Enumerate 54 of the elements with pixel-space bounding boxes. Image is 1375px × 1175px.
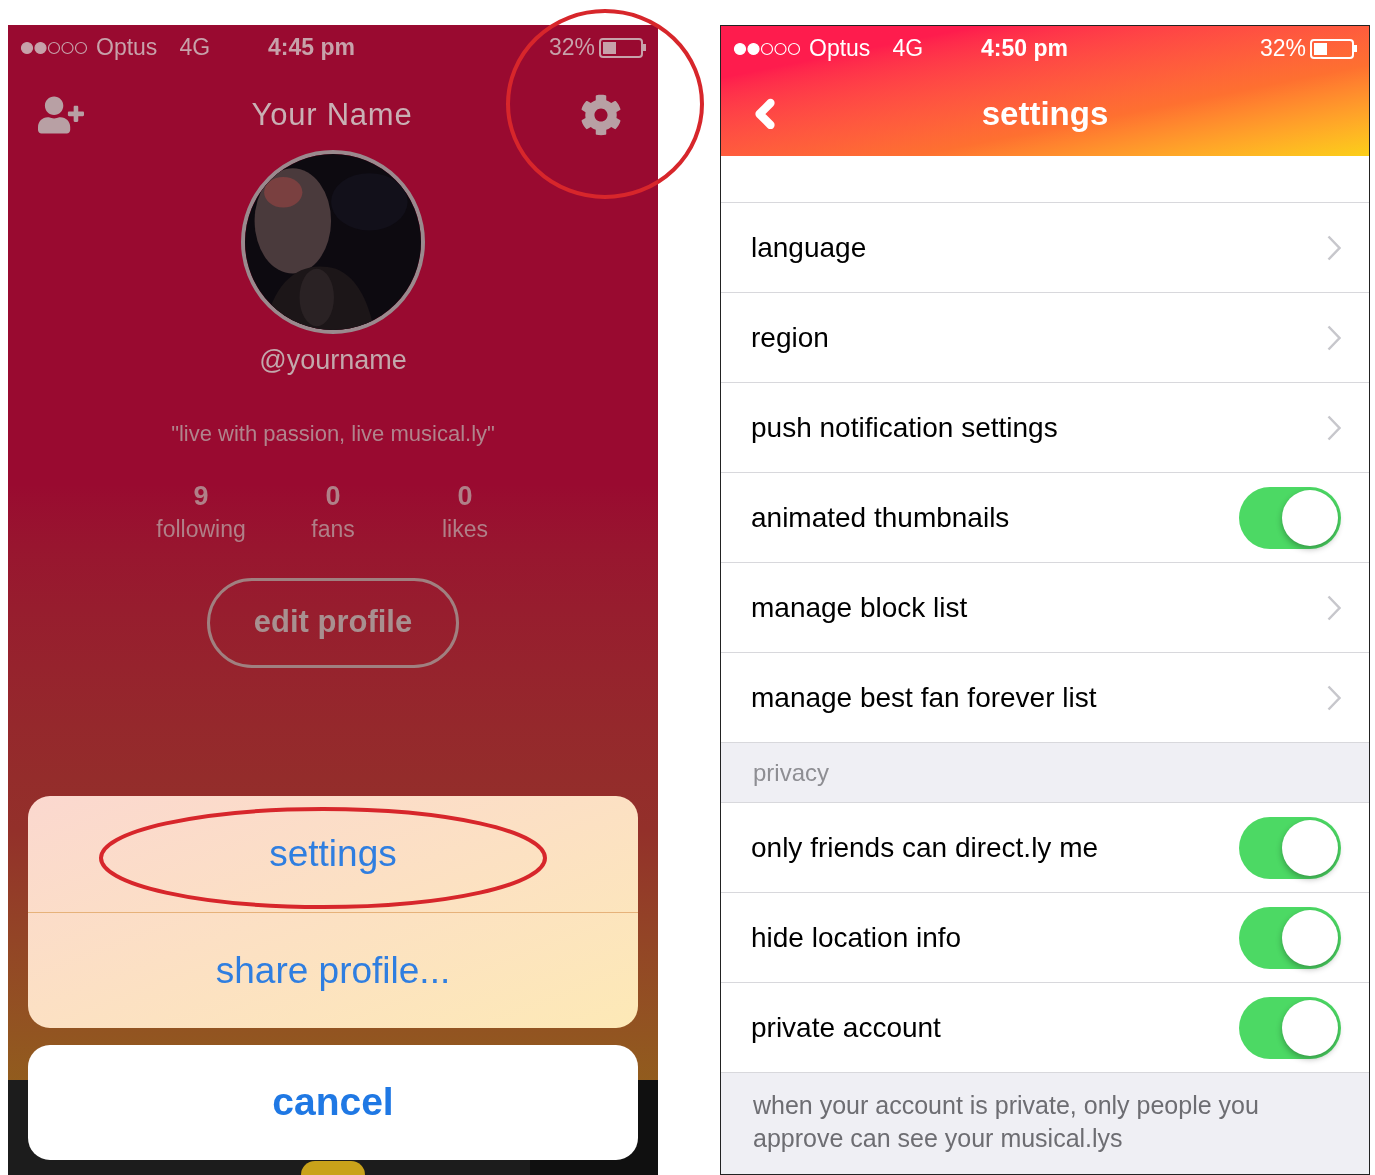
battery-percent: 32% [548,33,595,63]
settings-row[interactable]: manage block list [721,563,1369,653]
profile-title: Your Name [250,95,414,134]
stat-value: 9 [193,479,209,512]
settings-icon[interactable] [580,94,622,136]
add-friend-icon[interactable] [38,95,84,135]
settings-row[interactable]: push notification settings [721,383,1369,473]
network-type: 4G [892,34,924,64]
record-button[interactable] [301,1161,365,1175]
network-type: 4G [179,33,211,63]
battery-icon [1310,38,1357,59]
row-label: animated thumbnails [751,500,1011,535]
chevron-right-icon [1327,324,1341,351]
settings-row[interactable]: animated thumbnails [721,473,1369,563]
row-label: region [751,320,830,355]
settings-row[interactable]: manage best fan forever list [721,653,1369,743]
section-footer: when your account is private, only people you approve can see your musical.lys [721,1073,1369,1155]
chevron-right-icon [1327,594,1341,621]
signal-icon [20,40,88,55]
row-label: only friends can direct.ly me [751,830,1100,865]
settings-row[interactable]: hide location info [721,893,1369,983]
chevron-right-icon [1327,414,1341,441]
settings-row[interactable]: private account [721,983,1369,1073]
carrier-name: Optus [96,33,158,63]
chevron-right-icon [1327,684,1341,711]
battery-percent: 32% [1259,34,1306,64]
toggle-switch[interactable] [1239,486,1341,549]
status-time: 4:45 pm [268,33,355,63]
signal-icon [733,41,801,56]
settings-row[interactable]: region [721,293,1369,383]
toggle-switch[interactable] [1239,996,1341,1059]
bio-text: "live with passion, live musical.ly" [171,419,495,448]
toggle-switch[interactable] [1239,906,1341,969]
row-label: manage best fan forever list [751,680,1098,715]
stat-value: 0 [457,479,473,512]
chevron-right-icon [1327,234,1341,261]
row-label: manage block list [751,590,969,625]
carrier-name: Optus [809,34,871,64]
stat-value: 0 [325,479,341,512]
row-label: push notification settings [751,410,1059,445]
settings-row[interactable]: language [721,203,1369,293]
battery-icon [599,37,646,58]
settings-row[interactable]: only friends can direct.ly me [721,803,1369,893]
screen-title: settings [981,93,1109,134]
toggle-switch[interactable] [1239,816,1341,879]
row-label: hide location info [751,920,963,955]
stat-label: following [156,514,246,544]
status-time: 4:50 pm [981,34,1068,64]
cancel-button[interactable]: cancel [28,1045,638,1160]
username: @yourname [259,344,407,377]
stat-label: fans [311,514,355,544]
row-label: language [751,230,868,265]
stat-label: likes [442,514,488,544]
row-label: private account [751,1010,942,1045]
